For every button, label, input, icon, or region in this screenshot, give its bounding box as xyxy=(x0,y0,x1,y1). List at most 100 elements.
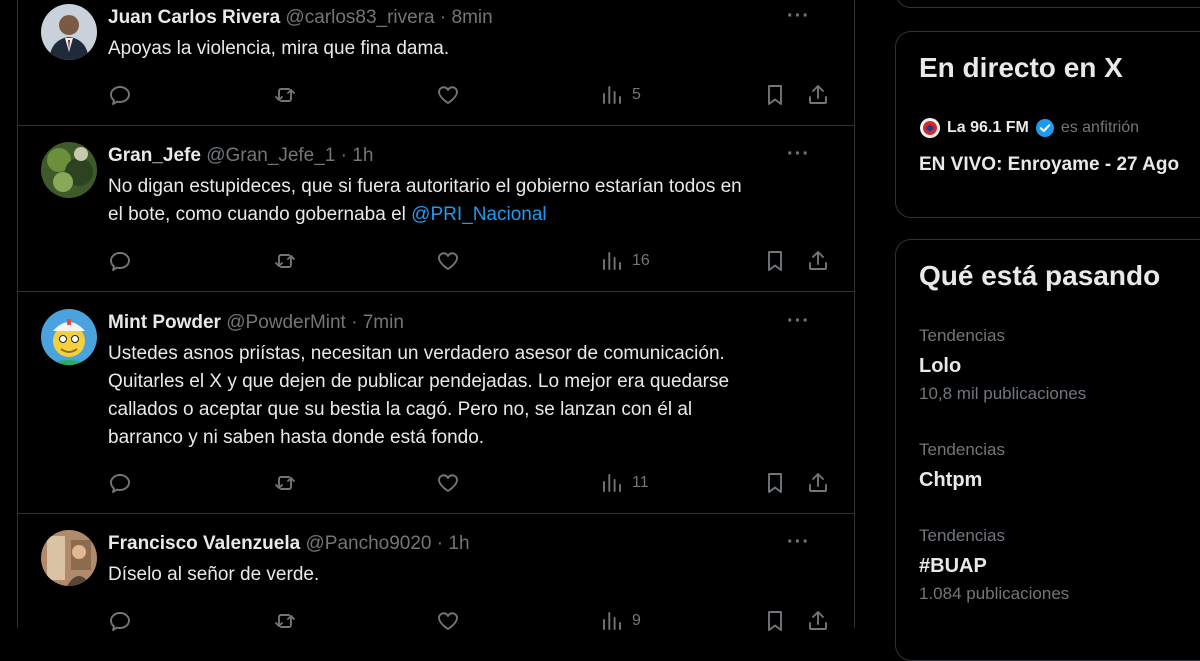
reply-button[interactable] xyxy=(108,247,132,275)
host-name: La 96.1 FM xyxy=(947,119,1029,136)
tweet[interactable]: Mint Powder @PowderMint · 7min ··· Usted… xyxy=(18,291,854,514)
tweet[interactable]: Gran_Jefe @Gran_Jefe_1 · 1h ··· No digan… xyxy=(18,125,854,292)
share-button[interactable] xyxy=(806,81,830,109)
repost-icon xyxy=(275,476,295,490)
tweet-text: Díselo al señor de verde. xyxy=(108,561,838,589)
repost-button[interactable] xyxy=(273,247,297,275)
views-icon xyxy=(603,252,621,270)
views-button[interactable]: 11 xyxy=(600,469,649,497)
tweet-text-line: Díselo al señor de verde. xyxy=(108,564,320,585)
reply-button[interactable] xyxy=(108,469,132,497)
trends-card-title: Qué está pasando xyxy=(919,260,1161,291)
heart-icon xyxy=(438,612,458,630)
trend-item[interactable]: Tendencias #BUAP 1.084 publicaciones xyxy=(919,525,1069,605)
tweet-text-line: Quitarles el X y que dejen de publicar p… xyxy=(108,371,730,392)
bookmark-button[interactable] xyxy=(763,469,787,497)
share-icon xyxy=(809,611,827,630)
more-options-icon[interactable]: ··· xyxy=(787,530,810,554)
timeline-feed: Juan Carlos Rivera @carlos83_rivera · 8m… xyxy=(17,0,855,631)
bookmark-button[interactable] xyxy=(763,247,787,275)
trend-name: #BUAP xyxy=(919,555,987,577)
repost-button[interactable] xyxy=(273,81,297,109)
tweet-actions: 9 xyxy=(18,607,854,635)
repost-button[interactable] xyxy=(273,607,297,635)
tweet[interactable]: Juan Carlos Rivera @carlos83_rivera · 8m… xyxy=(18,0,854,126)
share-icon xyxy=(809,251,827,270)
avatar-image xyxy=(41,309,97,365)
like-button[interactable] xyxy=(436,607,460,635)
author-name[interactable]: Juan Carlos Rivera xyxy=(108,7,280,28)
avatar-image xyxy=(41,530,97,586)
author-name[interactable]: Mint Powder xyxy=(108,312,221,333)
separator-dot: · xyxy=(439,7,447,28)
trend-name: Lolo xyxy=(919,355,962,377)
share-icon xyxy=(809,473,827,492)
tweet-text-line: callados o aceptar que su bestia la cagó… xyxy=(108,399,693,420)
author-name[interactable]: Gran_Jefe xyxy=(108,145,201,166)
more-options-icon[interactable]: ··· xyxy=(787,309,810,333)
views-icon xyxy=(603,86,621,104)
tweet-time[interactable]: 8min xyxy=(452,7,493,28)
like-button[interactable] xyxy=(436,247,460,275)
tweet-time[interactable]: 1h xyxy=(352,145,373,166)
author-name[interactable]: Francisco Valenzuela xyxy=(108,533,300,554)
trend-post-count: 10,8 mil publicaciones xyxy=(919,384,1087,403)
avatar[interactable] xyxy=(41,309,97,365)
mention-link[interactable]: @PRI_Nacional xyxy=(411,204,546,225)
author-handle[interactable]: @Pancho9020 xyxy=(305,533,431,554)
heart-icon xyxy=(438,86,458,104)
trend-item[interactable]: Tendencias Chtpm xyxy=(919,439,1005,493)
bookmark-button[interactable] xyxy=(763,607,787,635)
avatar[interactable] xyxy=(41,530,97,586)
author-handle[interactable]: @PowderMint xyxy=(226,312,346,333)
avatar[interactable] xyxy=(41,4,97,60)
tweet-text-line: el bote, como cuando gobernaba el @PRI_N… xyxy=(108,201,838,229)
live-event-title[interactable]: EN VIVO: Enroyame - 27 Ago xyxy=(919,154,1179,176)
trend-item[interactable]: Tendencias Lolo 10,8 mil publicaciones xyxy=(919,325,1086,405)
live-host[interactable]: La 96.1 FM es anfitrión xyxy=(919,117,1139,139)
tweet-text: Ustedes asnos priístas, necesitan un ver… xyxy=(108,340,838,452)
trend-label: Tendencias xyxy=(919,326,1006,345)
tweet-text: No digan estupideces, que si fuera autor… xyxy=(108,173,838,229)
more-options-icon[interactable]: ··· xyxy=(787,142,810,166)
tweet-text-fragment: el bote, como cuando gobernaba el xyxy=(108,204,412,225)
tweet[interactable]: Francisco Valenzuela @Pancho9020 · 1h ··… xyxy=(18,513,854,653)
views-button[interactable]: 9 xyxy=(600,607,641,635)
reply-button[interactable] xyxy=(108,607,132,635)
tweet-time[interactable]: 7min xyxy=(363,312,404,333)
trend-name: Chtpm xyxy=(919,469,983,491)
more-options-icon[interactable]: ··· xyxy=(787,4,810,28)
live-on-x-card[interactable]: En directo en X La 96.1 FM es anfitrión … xyxy=(895,31,1200,218)
trend-post-count: 1.084 publicaciones xyxy=(919,584,1070,603)
repost-icon xyxy=(275,614,295,628)
tweet-actions: 16 xyxy=(18,247,854,275)
author-handle[interactable]: @carlos83_rivera xyxy=(285,7,434,28)
verified-badge-icon xyxy=(1035,119,1054,137)
trend-label: Tendencias xyxy=(919,526,1006,545)
views-button[interactable]: 5 xyxy=(600,81,641,109)
heart-icon xyxy=(438,252,458,270)
reply-icon xyxy=(110,474,130,493)
share-button[interactable] xyxy=(806,469,830,497)
tweet-text: Apoyas la violencia, mira que fina dama. xyxy=(108,35,838,63)
reply-button[interactable] xyxy=(108,81,132,109)
bookmark-button[interactable] xyxy=(763,81,787,109)
like-button[interactable] xyxy=(436,81,460,109)
bookmark-icon xyxy=(768,85,782,105)
tweet-time[interactable]: 1h xyxy=(448,533,469,554)
previous-card-edge xyxy=(895,0,1200,8)
repost-icon xyxy=(275,254,295,268)
views-button[interactable]: 16 xyxy=(600,247,650,275)
tweet-text-line: barranco y ni saben hasta donde está fon… xyxy=(108,427,485,448)
share-button[interactable] xyxy=(806,247,830,275)
views-icon xyxy=(603,612,621,630)
tweet-text-line: Apoyas la violencia, mira que fina dama. xyxy=(108,38,450,59)
like-button[interactable] xyxy=(436,469,460,497)
repost-button[interactable] xyxy=(273,469,297,497)
author-handle[interactable]: @Gran_Jefe_1 xyxy=(206,145,335,166)
tweet-text-line: No digan estupideces, que si fuera autor… xyxy=(108,176,742,197)
avatar[interactable] xyxy=(41,142,97,198)
tweet-actions: 5 xyxy=(18,81,854,109)
bookmark-icon xyxy=(768,251,782,271)
share-button[interactable] xyxy=(806,607,830,635)
